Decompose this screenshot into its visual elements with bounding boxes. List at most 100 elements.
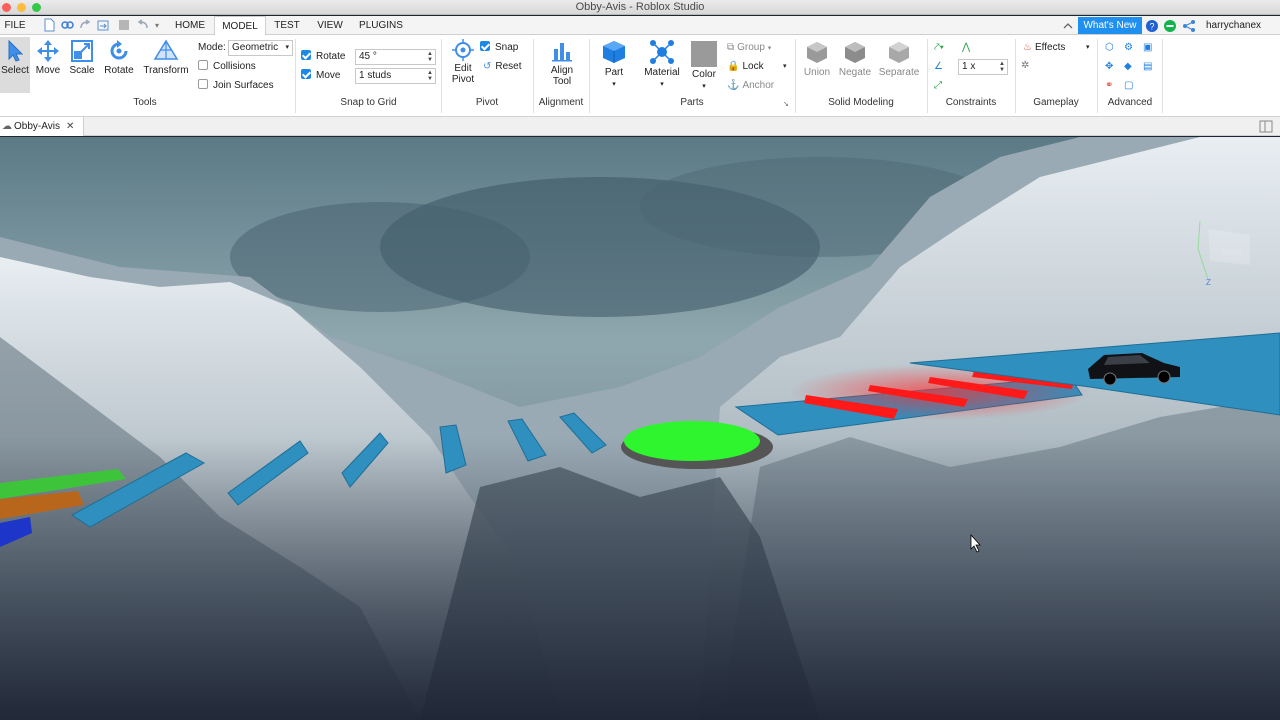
pivot-snap-toggle[interactable]: Snap	[480, 41, 518, 55]
union-button[interactable]: Union	[800, 37, 834, 93]
zoom-window-button[interactable]	[32, 3, 41, 12]
scale-tool-button[interactable]: Scale	[66, 37, 98, 93]
transform-tool-button[interactable]: Transform	[140, 37, 192, 93]
pivot-icon	[452, 39, 474, 61]
color-button[interactable]: Color ▾	[688, 37, 720, 93]
view-cube-label: Back	[1222, 247, 1243, 257]
part-button[interactable]: Part ▾	[596, 37, 632, 93]
constraint-scale-input[interactable]: 1 x ▲ ▼	[958, 59, 1008, 75]
align-label-2: Tool	[552, 76, 572, 87]
constraints-group-label: Constraints	[945, 97, 997, 108]
new-file-icon[interactable]	[42, 18, 56, 32]
open-file-icon[interactable]	[60, 18, 74, 32]
lock-icon: 🔒	[727, 61, 740, 72]
anchor-button[interactable]: ⚓ Anchor	[727, 79, 774, 93]
tab-model[interactable]: MODEL	[214, 16, 266, 36]
publish-icon[interactable]	[96, 18, 110, 32]
document-tab-bar: ☁ Obby-Avis ✕	[0, 117, 1280, 136]
color-label: Color	[692, 69, 716, 80]
constraint-attachment-icon[interactable]: ⤤▾	[934, 41, 944, 55]
advanced-tool-2-icon[interactable]: ⚙	[1124, 41, 1133, 55]
share-icon[interactable]	[1182, 19, 1196, 33]
lock-button[interactable]: 🔒 Lock	[727, 60, 764, 74]
pivot-snap-checkbox[interactable]	[480, 41, 490, 51]
move-snap-input[interactable]: 1 studs ▲ ▼	[355, 68, 436, 84]
redo-icon[interactable]	[78, 18, 92, 32]
constraint-joint-icon[interactable]: ⋀	[962, 41, 970, 55]
group-icon: ⧉	[727, 42, 735, 53]
move-arrows-icon	[37, 40, 59, 62]
move-tool-button[interactable]: Move	[32, 37, 64, 93]
collisions-checkbox[interactable]	[198, 60, 208, 70]
status-icon[interactable]	[1163, 19, 1177, 33]
material-button[interactable]: Material ▾	[640, 37, 684, 93]
effects-button[interactable]: ♨ Effects	[1023, 41, 1065, 55]
document-tab[interactable]: ☁ Obby-Avis ✕	[0, 117, 84, 136]
advanced-tool-6-icon[interactable]: ▤	[1143, 60, 1152, 74]
advanced-tool-8-icon[interactable]: ▢	[1124, 79, 1133, 93]
align-tool-button[interactable]: Align Tool	[540, 37, 584, 93]
username-label[interactable]: harrychanex	[1206, 16, 1261, 35]
separate-button[interactable]: Separate	[876, 37, 922, 93]
stop-icon[interactable]	[117, 18, 131, 32]
tab-plugins[interactable]: PLUGINS	[354, 16, 408, 35]
stepper-arrows-icon[interactable]: ▲ ▼	[427, 51, 433, 63]
group-button[interactable]: ⧉ Group ▾	[727, 41, 771, 55]
advanced-tool-3-icon[interactable]: ▣	[1143, 41, 1152, 55]
lock-label: Lock	[742, 61, 764, 72]
rotate-tool-button[interactable]: Rotate	[100, 37, 138, 93]
tools-group-label: Tools	[133, 97, 157, 108]
advanced-tool-1-icon[interactable]: ⬡	[1105, 41, 1114, 55]
whats-new-button[interactable]: What's New	[1078, 17, 1142, 34]
stepper-arrows-icon[interactable]: ▲ ▼	[999, 61, 1005, 73]
mode-value: Geometric	[232, 42, 279, 53]
constraint-weld-icon[interactable]: ⤢	[934, 79, 942, 93]
minimize-window-button[interactable]	[17, 3, 26, 12]
advanced-tool-4-icon[interactable]: ✥	[1105, 60, 1113, 74]
rotate-snap-checkbox[interactable]	[301, 50, 311, 60]
rotate-label: Rotate	[104, 65, 134, 76]
tab-view[interactable]: VIEW	[308, 16, 352, 35]
help-icon[interactable]: ?	[1145, 19, 1159, 33]
chevron-down-icon[interactable]: ▾	[783, 60, 787, 74]
solid-modeling-group-label: Solid Modeling	[828, 97, 894, 108]
edit-pivot-label-1: Edit	[454, 63, 472, 74]
collapse-ribbon-icon[interactable]	[1061, 19, 1075, 33]
chevron-down-icon[interactable]: ▾	[1086, 41, 1090, 55]
cursor-arrow-icon	[8, 39, 24, 62]
tab-test[interactable]: TEST	[268, 16, 306, 35]
edit-pivot-label-2: Pivot	[451, 74, 475, 85]
place-icon: ☁	[2, 121, 12, 132]
advanced-tool-7-icon[interactable]: ⚭	[1105, 79, 1113, 93]
join-surfaces-checkbox[interactable]	[198, 79, 208, 89]
3d-viewport[interactable]: Back Z	[0, 137, 1280, 720]
stepper-arrows-icon[interactable]: ▲ ▼	[427, 70, 433, 82]
advanced-tool-5-icon[interactable]: ◆	[1124, 60, 1132, 74]
pivot-reset-button[interactable]: ↺ Reset	[483, 60, 522, 74]
chevron-down-icon: ▾	[660, 81, 664, 88]
close-icon[interactable]: ✕	[66, 117, 74, 136]
constraint-angle-icon[interactable]: ∠	[934, 60, 943, 74]
gear-icon[interactable]: ✲	[1021, 59, 1029, 73]
restore-panel-icon[interactable]	[1259, 120, 1273, 133]
negate-icon	[845, 42, 865, 63]
select-tool-button[interactable]: Select	[0, 37, 30, 93]
part-label: Part	[604, 67, 624, 78]
union-icon	[807, 42, 827, 63]
join-surfaces-toggle[interactable]: Join Surfaces	[198, 79, 274, 93]
rotate-snap-input[interactable]: 45 ° ▲ ▼	[355, 49, 436, 65]
mode-dropdown[interactable]: Geometric ▾	[228, 40, 293, 56]
quick-access-dropdown-icon[interactable]: ▾	[155, 19, 159, 33]
align-icon	[552, 43, 572, 62]
rotate-snap-toggle[interactable]: Rotate	[301, 50, 345, 64]
close-window-button[interactable]	[2, 3, 11, 12]
tab-home[interactable]: HOME	[168, 16, 212, 35]
undo-icon[interactable]	[136, 18, 150, 32]
negate-button[interactable]: Negate	[836, 37, 874, 93]
move-snap-checkbox[interactable]	[301, 69, 311, 79]
rotate-snap-label: Rotate	[316, 51, 346, 62]
move-snap-toggle[interactable]: Move	[301, 69, 340, 83]
collisions-toggle[interactable]: Collisions	[198, 60, 256, 74]
file-menu[interactable]: FILE	[0, 16, 30, 35]
edit-pivot-button[interactable]: Edit Pivot	[446, 37, 480, 93]
